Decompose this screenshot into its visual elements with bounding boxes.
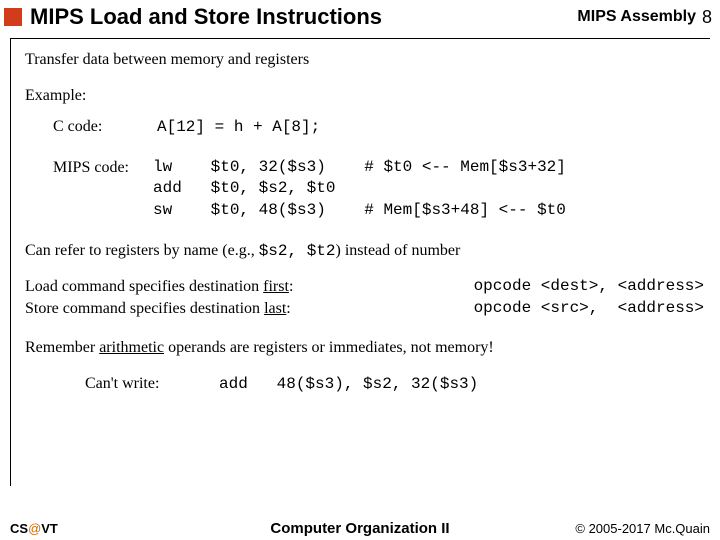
cant-write-code: add 48($s3), $s2, 32($s3) <box>219 375 478 393</box>
slide-title: MIPS Load and Store Instructions <box>30 4 577 30</box>
load-store-syntax-block: Load command specifies destination first… <box>25 276 704 319</box>
c-code-block: C code: A[12] = h + A[8]; <box>53 116 704 139</box>
load-pre: Load command specifies destination <box>25 278 263 295</box>
load-desc: Load command specifies destination first… <box>25 276 293 298</box>
syntax-src: opcode <src>, <address> <box>474 298 704 320</box>
remember-pre: Remember <box>25 339 99 356</box>
logo-square-icon <box>4 8 22 26</box>
mips-line-1: lw $t0, 32($s3) # $t0 <-- Mem[$s3+32] <box>153 157 566 179</box>
slide: MIPS Load and Store Instructions MIPS As… <box>0 0 720 540</box>
cant-write-block: Can't write: add 48($s3), $s2, 32($s3) <box>85 373 704 396</box>
remember-underline: arithmetic <box>99 339 164 356</box>
note-code: $s2, $t2 <box>259 242 336 260</box>
syntax-dest: opcode <dest>, <address> <box>474 276 704 298</box>
note-post: ) instead of number <box>336 242 461 259</box>
page-number: 8 <box>702 7 712 28</box>
mips-line-3: sw $t0, 48($s3) # Mem[$s3+48] <-- $t0 <box>153 200 566 222</box>
c-code: A[12] = h + A[8]; <box>157 118 320 136</box>
intro-text: Transfer data between memory and registe… <box>25 49 704 71</box>
c-code-label: C code: <box>53 116 153 138</box>
store-desc: Store command specifies destination last… <box>25 298 293 320</box>
register-name-note: Can refer to registers by name (e.g., $s… <box>25 240 704 263</box>
syntax-descriptions: Load command specifies destination first… <box>25 276 293 319</box>
load-post: : <box>289 278 293 295</box>
syntax-patterns: opcode <dest>, <address> opcode <src>, <… <box>474 276 704 319</box>
note-pre: Can refer to registers by name (e.g., <box>25 242 259 259</box>
example-label: Example: <box>25 85 704 107</box>
remember-note: Remember arithmetic operands are registe… <box>25 337 704 359</box>
breadcrumb: MIPS Assembly <box>577 8 696 26</box>
slide-footer: CS@VT Computer Organization II © 2005-20… <box>0 521 720 536</box>
footer-center: Computer Organization II <box>0 520 720 537</box>
store-underline: last <box>264 300 286 317</box>
mips-code-block: MIPS code: lw $t0, 32($s3) # $t0 <-- Mem… <box>53 157 704 222</box>
mips-line-2: add $t0, $s2, $t0 <box>153 178 566 200</box>
mips-code-lines: lw $t0, 32($s3) # $t0 <-- Mem[$s3+32] ad… <box>153 157 566 222</box>
remember-post: operands are registers or immediates, no… <box>164 339 494 356</box>
store-pre: Store command specifies destination <box>25 300 264 317</box>
mips-code-label: MIPS code: <box>53 157 153 222</box>
cant-write-label: Can't write: <box>85 373 215 395</box>
store-post: : <box>286 300 290 317</box>
content-frame: Transfer data between memory and registe… <box>10 38 710 486</box>
load-underline: first <box>263 278 289 295</box>
slide-header: MIPS Load and Store Instructions MIPS As… <box>0 0 720 32</box>
